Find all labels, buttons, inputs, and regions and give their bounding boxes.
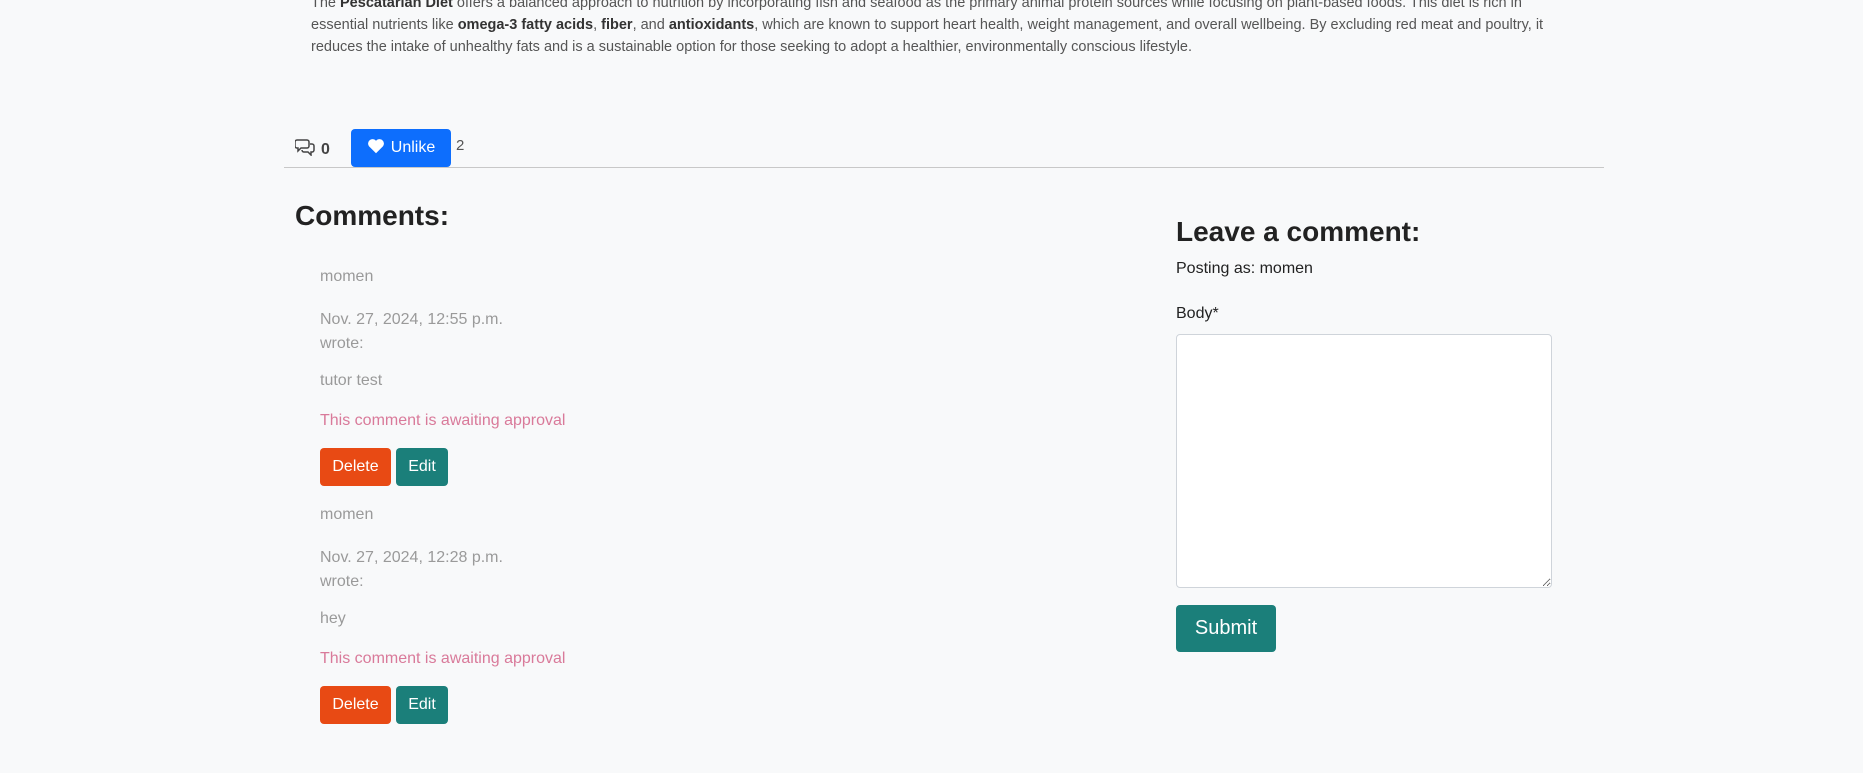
article-separator: , and [632, 17, 669, 33]
comment-body: hey [320, 610, 346, 627]
chat-bubbles-icon [294, 138, 315, 161]
comment-wrote: wrote: [320, 573, 364, 590]
article-paragraph: The Pescatarian Diet offers a balanced a… [311, 0, 1581, 58]
comment-author: momen [320, 268, 374, 285]
comment-author: momen [320, 506, 374, 523]
comment-counter: 0 [294, 138, 330, 161]
comment-body: tutor test [320, 372, 383, 389]
comment-date: Nov. 27, 2024, 12:55 p.m. [320, 311, 503, 328]
nutrient-fiber: fiber [601, 17, 633, 33]
posting-as-text: Posting as: momen [1176, 260, 1313, 277]
delete-comment-button[interactable]: Delete [320, 448, 391, 486]
unlike-button-label: Unlike [390, 139, 436, 156]
comment-actions: Delete Edit [320, 448, 448, 486]
comments-heading: Comments: [295, 200, 450, 231]
edit-comment-button[interactable]: Edit [396, 686, 448, 724]
comment-meta: Nov. 27, 2024, 12:55 p.m. wrote: [320, 308, 503, 356]
comment-pending-status: This comment is awaiting approval [320, 412, 566, 429]
heart-icon [367, 138, 385, 159]
article-separator: , [593, 17, 602, 33]
comment-meta: Nov. 27, 2024, 12:28 p.m. wrote: [320, 546, 503, 594]
comment-pending-status: This comment is awaiting approval [320, 650, 566, 667]
comment-body-textarea[interactable] [1176, 334, 1552, 588]
diet-name: Pescatarian Diet [340, 0, 453, 11]
comment-count-value: 0 [321, 140, 330, 158]
article-text-intro: The [311, 0, 341, 11]
unlike-button[interactable]: Unlike [351, 129, 451, 167]
comment-wrote: wrote: [320, 335, 364, 352]
nutrient-omega3: omega-3 fatty acids [457, 17, 594, 33]
leave-comment-heading: Leave a comment: [1176, 216, 1421, 247]
edit-comment-button[interactable]: Edit [396, 448, 448, 486]
stats-bar [284, 128, 1604, 168]
like-count: 2 [456, 137, 465, 154]
submit-button[interactable]: Submit [1176, 605, 1276, 652]
comment-actions: Delete Edit [320, 686, 448, 724]
comment-date: Nov. 27, 2024, 12:28 p.m. [320, 549, 503, 566]
nutrient-antioxidants: antioxidants [668, 17, 755, 33]
body-label: Body* [1176, 305, 1219, 322]
delete-comment-button[interactable]: Delete [320, 686, 391, 724]
